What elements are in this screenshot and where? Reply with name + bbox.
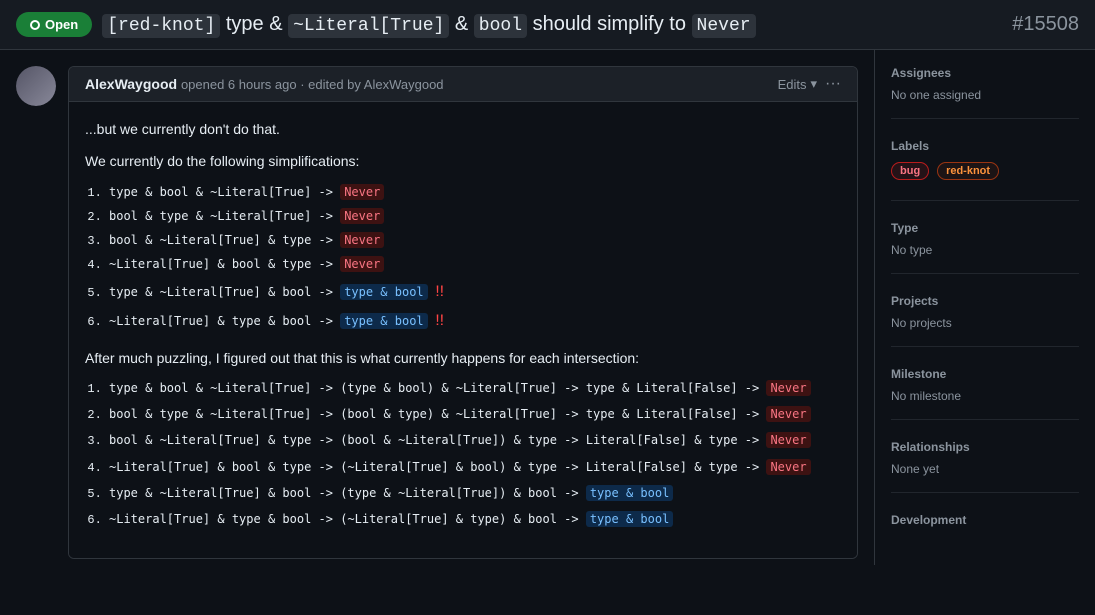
body-paragraph-1: ...but we currently don't do that. xyxy=(85,118,841,140)
list-item: type & ~Literal[True] & bool -> type & b… xyxy=(109,280,841,306)
more-options-button[interactable]: ··· xyxy=(825,75,841,93)
warning-icon-2: ‼ xyxy=(435,312,445,330)
warning-icon: ‼ xyxy=(435,283,445,301)
main-layout: AlexWaygood opened 6 hours ago · edited … xyxy=(0,50,1095,565)
milestone-title: Milestone xyxy=(891,367,1079,381)
edits-button[interactable]: Edits ▾ xyxy=(778,76,817,92)
issue-header: Open [red-knot] type & ~Literal[True] & … xyxy=(0,0,1095,50)
sidebar-assignees: Assignees No one assigned xyxy=(891,66,1079,119)
label-bug[interactable]: bug xyxy=(891,162,929,180)
sidebar-development: Development xyxy=(891,513,1079,551)
avatar-image xyxy=(16,66,56,106)
assignees-title: Assignees xyxy=(891,66,1079,80)
list-item: ~Literal[True] & type & bool -> type & b… xyxy=(109,309,841,335)
list-item: bool & type & ~Literal[True] -> (bool & … xyxy=(109,405,841,425)
comment-author-meta: AlexWaygood opened 6 hours ago · edited … xyxy=(85,76,444,92)
title-literal: ~Literal[True] xyxy=(288,14,449,38)
sidebar-projects: Projects No projects xyxy=(891,294,1079,347)
sidebar: Assignees No one assigned Labels bug red… xyxy=(875,50,1095,565)
status-badge[interactable]: Open xyxy=(16,12,92,37)
issue-number: #15508 xyxy=(1012,13,1079,36)
list-item: bool & ~Literal[True] & type -> Never xyxy=(109,231,841,251)
label-red-knot[interactable]: red-knot xyxy=(937,162,999,180)
labels-container: bug red-knot xyxy=(891,161,1079,184)
list-item: ~Literal[True] & bool & type -> (~Litera… xyxy=(109,458,841,478)
list-item: type & bool & ~Literal[True] -> Never xyxy=(109,183,841,203)
title-never: Never xyxy=(692,14,756,38)
assignees-value: No one assigned xyxy=(891,88,1079,102)
comment-header: AlexWaygood opened 6 hours ago · edited … xyxy=(69,67,857,102)
projects-value: No projects xyxy=(891,316,1079,330)
title-bool: bool xyxy=(474,14,527,38)
status-label: Open xyxy=(45,17,78,32)
sidebar-labels: Labels bug red-knot xyxy=(891,139,1079,201)
status-icon xyxy=(30,20,40,30)
list-item: ~Literal[True] & bool & type -> Never xyxy=(109,255,841,275)
title-redknot: [red-knot] xyxy=(102,14,220,38)
body-paragraph-2: We currently do the following simplifica… xyxy=(85,150,841,172)
comment-author: AlexWaygood xyxy=(85,76,177,92)
relationships-title: Relationships xyxy=(891,440,1079,454)
issue-title: [red-knot] type & ~Literal[True] & bool … xyxy=(102,13,1002,36)
list-item: type & bool & ~Literal[True] -> (type & … xyxy=(109,379,841,399)
comment-meta: opened 6 hours ago · edited by AlexWaygo… xyxy=(181,77,444,92)
labels-title: Labels xyxy=(891,139,1079,153)
comment-box: AlexWaygood opened 6 hours ago · edited … xyxy=(16,66,858,559)
sidebar-relationships: Relationships None yet xyxy=(891,440,1079,493)
projects-title: Projects xyxy=(891,294,1079,308)
sidebar-milestone: Milestone No milestone xyxy=(891,367,1079,420)
content-area: AlexWaygood opened 6 hours ago · edited … xyxy=(0,50,875,565)
simplifications-list: type & bool & ~Literal[True] -> Never bo… xyxy=(85,183,841,335)
intersections-list: type & bool & ~Literal[True] -> (type & … xyxy=(85,379,841,530)
relationships-value: None yet xyxy=(891,462,1079,476)
list-item: bool & type & ~Literal[True] -> Never xyxy=(109,207,841,227)
comment-actions: Edits ▾ ··· xyxy=(778,75,841,93)
development-title: Development xyxy=(891,513,1079,527)
body-paragraph-3: After much puzzling, I figured out that … xyxy=(85,347,841,369)
list-item: bool & ~Literal[True] & type -> (bool & … xyxy=(109,431,841,451)
comment-body: ...but we currently don't do that. We cu… xyxy=(69,102,857,558)
list-item: type & ~Literal[True] & bool -> (type & … xyxy=(109,484,841,504)
type-title: Type xyxy=(891,221,1079,235)
milestone-value: No milestone xyxy=(891,389,1079,403)
comment-content: AlexWaygood opened 6 hours ago · edited … xyxy=(68,66,858,559)
list-item: ~Literal[True] & type & bool -> (~Litera… xyxy=(109,510,841,530)
sidebar-type: Type No type xyxy=(891,221,1079,274)
type-value: No type xyxy=(891,243,1079,257)
avatar xyxy=(16,66,56,106)
